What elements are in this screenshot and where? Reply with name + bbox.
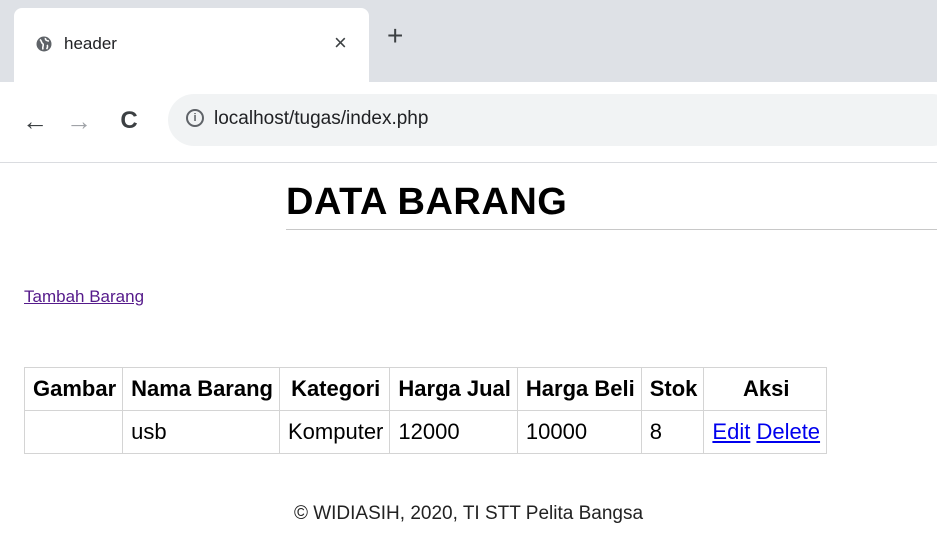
delete-link[interactable]: Delete [756,419,820,444]
table-row: usb Komputer 12000 10000 8 Edit Delete [23,410,828,454]
globe-icon [36,36,52,52]
add-item-link[interactable]: Tambah Barang [24,287,144,307]
browser-tab[interactable]: header × [14,8,369,82]
reload-icon[interactable]: C [114,106,144,136]
address-bar[interactable]: i localhost/tugas/index.php [168,94,937,146]
page-title: DATA BARANG [286,181,568,223]
browser-tab-strip: header × + [0,0,937,82]
column-header-harga-jual: Harga Jual [389,367,518,411]
cell-stok: 8 [640,410,705,454]
url-text[interactable]: localhost/tugas/index.php [214,108,428,130]
items-table: Gambar Nama Barang Kategori Harga Jual H… [23,367,828,454]
cell-harga-beli: 10000 [516,410,642,454]
cell-nama-barang: usb [122,410,280,454]
forward-arrow-icon[interactable]: → [64,106,94,136]
column-header-gambar: Gambar [23,367,124,411]
browser-toolbar: ← → C i localhost/tugas/index.php [0,82,937,163]
cell-gambar [23,410,124,454]
column-header-nama-barang: Nama Barang [122,367,280,411]
tab-title: header [64,34,117,53]
info-icon[interactable]: i [186,109,204,127]
cell-harga-jual: 12000 [389,410,518,454]
cell-aksi: Edit Delete [703,410,828,454]
column-header-kategori: Kategori [278,367,391,411]
new-tab-icon[interactable]: + [387,22,403,50]
title-divider [286,229,937,230]
edit-link[interactable]: Edit [712,419,750,444]
page-content: DATA BARANG Tambah Barang Gambar Nama Ba… [0,163,937,554]
cell-kategori: Komputer [278,410,391,454]
column-header-harga-beli: Harga Beli [516,367,642,411]
close-tab-icon[interactable]: × [334,30,347,56]
footer-copyright: © WIDIASIH, 2020, TI STT Pelita Bangsa [293,503,644,524]
column-header-aksi: Aksi [703,367,828,411]
column-header-stok: Stok [640,367,705,411]
table-header-row: Gambar Nama Barang Kategori Harga Jual H… [23,367,828,411]
back-arrow-icon[interactable]: ← [20,106,50,136]
